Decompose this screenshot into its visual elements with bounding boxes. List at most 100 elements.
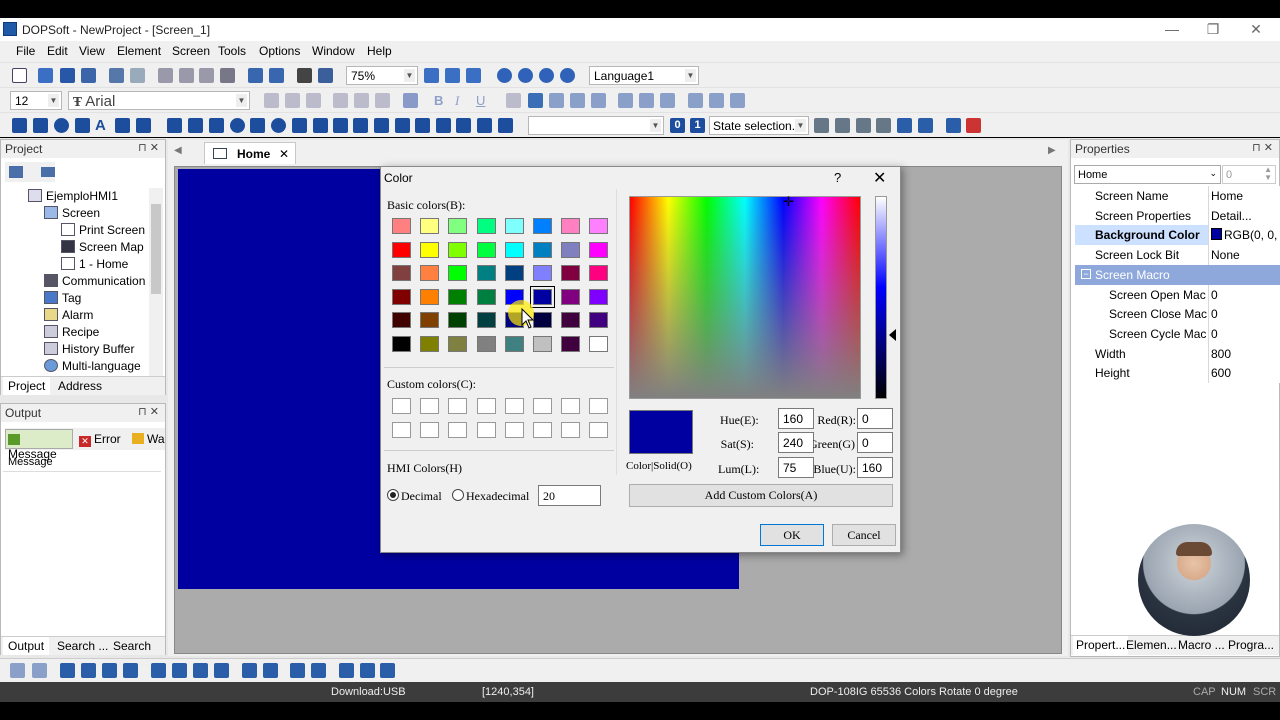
text-tool-icon[interactable]: A bbox=[95, 118, 110, 133]
basic-color-swatch[interactable] bbox=[589, 265, 609, 282]
font-name-select[interactable]: Ŧ Arial ▼ bbox=[68, 91, 250, 110]
hue-field[interactable]: 160 bbox=[778, 408, 814, 429]
menu-element[interactable]: Element bbox=[117, 44, 161, 58]
same-height-icon[interactable] bbox=[688, 93, 703, 108]
text-top-icon[interactable] bbox=[333, 93, 348, 108]
custom-color-slot[interactable] bbox=[561, 398, 581, 414]
history-tool-icon[interactable] bbox=[374, 118, 389, 133]
menu-view[interactable]: View bbox=[79, 44, 105, 58]
add-custom-colors-button[interactable]: Add Custom Colors(A) bbox=[629, 484, 893, 507]
keypad-tool-icon[interactable] bbox=[415, 118, 430, 133]
tree-item-history-buffer[interactable]: History Buffer bbox=[44, 342, 134, 356]
green-field[interactable]: 0 bbox=[857, 432, 893, 453]
scrollbar-thumb[interactable] bbox=[151, 204, 161, 294]
input-tool-icon[interactable] bbox=[313, 118, 328, 133]
hmi-color-field[interactable]: 20 bbox=[538, 485, 601, 506]
red-field[interactable]: 0 bbox=[857, 408, 893, 429]
basic-color-swatch[interactable] bbox=[476, 312, 496, 329]
curve-tool-icon[interactable] bbox=[353, 118, 368, 133]
basic-color-swatch[interactable] bbox=[448, 218, 468, 234]
save-as-icon[interactable] bbox=[81, 68, 96, 83]
zoom-out-icon[interactable] bbox=[445, 68, 460, 83]
prop-row-screen-lock-bit[interactable]: Screen Lock Bit None bbox=[1075, 245, 1280, 265]
basic-color-swatch[interactable] bbox=[533, 336, 552, 352]
tree-item-home[interactable]: 1 - Home bbox=[61, 257, 128, 271]
basic-color-swatch[interactable] bbox=[589, 312, 609, 329]
list-tool-icon[interactable] bbox=[436, 118, 451, 133]
collapse-icon[interactable]: − bbox=[1081, 269, 1091, 279]
tab-project[interactable]: Project bbox=[3, 377, 51, 395]
stand-tool-icon[interactable] bbox=[456, 118, 471, 133]
help-button[interactable]: ? bbox=[834, 170, 841, 185]
prop-row-screen-properties[interactable]: Screen Properties Detail... bbox=[1075, 206, 1280, 226]
align-bottom-icon[interactable] bbox=[639, 93, 654, 108]
cut-icon[interactable] bbox=[158, 68, 173, 83]
underline-icon[interactable]: U bbox=[476, 93, 491, 108]
prop-value[interactable]: 800 bbox=[1208, 344, 1280, 364]
tab-warning[interactable]: Wa bbox=[130, 429, 166, 449]
indicator-tool-icon[interactable] bbox=[271, 118, 286, 133]
bar-tool-icon[interactable] bbox=[209, 118, 224, 133]
group-icon[interactable] bbox=[897, 118, 912, 133]
minimize-icon[interactable]: — bbox=[1152, 20, 1192, 40]
ungroup-icon[interactable] bbox=[918, 118, 933, 133]
tree-item-screen-map[interactable]: Screen Map bbox=[61, 240, 144, 254]
tab-scroll-left-icon[interactable]: ◀ bbox=[174, 145, 182, 156]
object-select[interactable]: Home ⌄ bbox=[1074, 165, 1221, 184]
tab-macro[interactable]: Macro ... bbox=[1175, 636, 1228, 656]
print-preview-icon[interactable] bbox=[318, 68, 333, 83]
basic-color-swatch[interactable] bbox=[448, 241, 468, 258]
prop-value[interactable]: 0 bbox=[1208, 304, 1280, 324]
basic-color-swatch[interactable] bbox=[533, 218, 552, 234]
element-select[interactable]: ▼ bbox=[528, 116, 664, 135]
basic-color-swatch[interactable] bbox=[561, 265, 581, 282]
basic-color-swatch[interactable] bbox=[504, 241, 524, 258]
text-bottom-icon[interactable] bbox=[375, 93, 390, 108]
image-tool-icon[interactable] bbox=[477, 118, 492, 133]
luminance-arrow-icon[interactable] bbox=[889, 329, 896, 341]
custom-color-slot[interactable] bbox=[476, 398, 496, 414]
custom-color-slot[interactable] bbox=[392, 422, 411, 438]
menu-file[interactable]: File bbox=[16, 44, 35, 58]
basic-color-swatch[interactable] bbox=[504, 265, 524, 282]
prop-value[interactable]: Detail... bbox=[1208, 206, 1280, 226]
prop-row-height[interactable]: Height 600 bbox=[1075, 363, 1280, 383]
tab-address[interactable]: Address bbox=[54, 377, 106, 397]
prop-row-screen-open-macro[interactable]: Screen Open Mac 0 bbox=[1075, 285, 1280, 305]
menu-edit[interactable]: Edit bbox=[47, 44, 68, 58]
text-size-icon[interactable] bbox=[306, 93, 321, 108]
custom-color-slot[interactable] bbox=[448, 398, 468, 414]
polyline-tool-icon[interactable] bbox=[75, 118, 90, 133]
distribute-icon[interactable] bbox=[730, 93, 745, 108]
custom-color-slot[interactable] bbox=[504, 398, 524, 414]
tree-item-tag[interactable]: Tag bbox=[44, 291, 81, 305]
align-middle-icon[interactable] bbox=[618, 93, 633, 108]
meter-tool-icon[interactable] bbox=[188, 118, 203, 133]
basic-color-swatch[interactable] bbox=[392, 241, 411, 258]
size-icon[interactable] bbox=[380, 663, 395, 678]
layout-align-icon[interactable] bbox=[10, 663, 25, 678]
tab-error[interactable]: ✕ Error bbox=[77, 429, 127, 449]
basic-color-swatch[interactable] bbox=[476, 241, 496, 258]
pie-tool-icon[interactable] bbox=[250, 118, 265, 133]
custom-color-slot[interactable] bbox=[504, 422, 524, 438]
custom-color-slot[interactable] bbox=[561, 422, 581, 438]
zoom-in-icon[interactable] bbox=[424, 68, 439, 83]
basic-color-swatch[interactable] bbox=[448, 288, 468, 305]
prop-row-background-color[interactable]: Background Color RGB(0, 0, 1 bbox=[1075, 225, 1280, 245]
menu-window[interactable]: Window bbox=[312, 44, 355, 58]
rotate-icon[interactable] bbox=[518, 68, 533, 83]
cancel-button[interactable]: Cancel bbox=[832, 524, 896, 546]
rotate-90-icon[interactable] bbox=[193, 663, 208, 678]
dialog-close-icon[interactable]: ✕ bbox=[873, 168, 886, 188]
numeric-tool-icon[interactable] bbox=[292, 118, 307, 133]
custom-color-slot[interactable] bbox=[533, 422, 552, 438]
project-list-icon[interactable] bbox=[41, 167, 55, 177]
basic-color-swatch[interactable] bbox=[392, 336, 411, 352]
pin-close-icon[interactable]: ⊓ ✕ bbox=[138, 141, 159, 154]
tab-message[interactable]: Message bbox=[5, 429, 73, 461]
rectangle-tool-icon[interactable] bbox=[33, 118, 48, 133]
print-icon[interactable] bbox=[297, 68, 312, 83]
bring-front-icon[interactable] bbox=[60, 663, 75, 678]
layout-align2-icon[interactable] bbox=[32, 663, 47, 678]
